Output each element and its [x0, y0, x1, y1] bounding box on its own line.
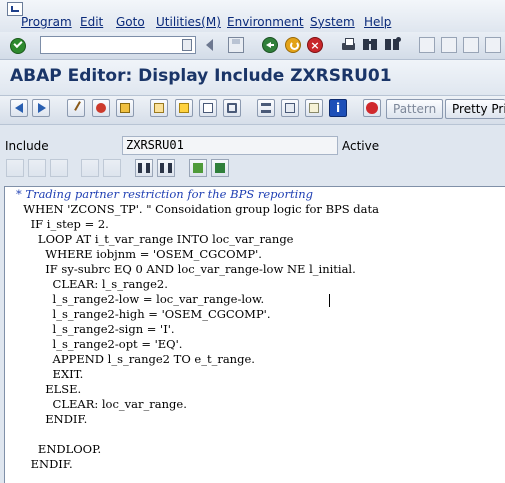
previous-page-icon[interactable]	[441, 37, 457, 53]
stop-icon[interactable]	[363, 99, 381, 117]
active-inactive-button[interactable]	[92, 99, 110, 117]
test-button[interactable]	[199, 99, 217, 117]
redo-icon[interactable]	[103, 159, 121, 177]
pretty-printer-button[interactable]: Pretty Prin	[445, 99, 505, 119]
code-line: IF i_step = 2.	[16, 217, 109, 231]
text-cursor	[329, 294, 330, 307]
save-icon[interactable]	[228, 37, 244, 53]
next-page-icon[interactable]	[463, 37, 479, 53]
first-page-icon[interactable]	[419, 37, 435, 53]
page-title: ABAP Editor: Display Include ZXRSRU01	[10, 66, 392, 86]
code-line: WHERE iobjnm = 'OSEM_CGCOMP'.	[16, 247, 262, 261]
code-line: l_s_range2-low = loc_var_range-low.	[16, 292, 265, 306]
code-line: l_s_range2-opt = 'EQ'.	[16, 337, 183, 351]
last-page-icon[interactable]	[485, 37, 501, 53]
code-line: ENDIF.	[16, 412, 88, 426]
download-icon[interactable]	[211, 159, 229, 177]
cut-icon[interactable]	[6, 159, 24, 177]
info-icon[interactable]: i	[329, 99, 347, 117]
menu-environment[interactable]: Environment	[227, 15, 304, 29]
code-line: CLEAR: loc_var_range.	[16, 397, 187, 411]
navigation-window-button[interactable]	[281, 99, 299, 117]
back-arrow-button[interactable]	[10, 99, 28, 117]
upload-icon[interactable]	[189, 159, 207, 177]
print-icon[interactable]	[341, 37, 357, 53]
paste-icon[interactable]	[50, 159, 68, 177]
undo-icon[interactable]	[81, 159, 99, 177]
menu-goto[interactable]: Goto	[116, 15, 145, 29]
menu-edit[interactable]: Edit	[80, 15, 103, 29]
command-history-icon[interactable]	[182, 39, 192, 51]
command-field[interactable]	[40, 36, 196, 54]
menu-program[interactable]: Program	[21, 15, 72, 29]
pattern-button[interactable]: Pattern	[386, 99, 444, 119]
sap-window-menu-icon[interactable]	[7, 2, 23, 16]
editor-toolbar	[0, 157, 505, 181]
menu-utilities[interactable]: Utilities(M)	[156, 15, 221, 29]
forward-arrow-button[interactable]	[32, 99, 50, 117]
where-used-list-button[interactable]	[223, 99, 241, 117]
menu-system[interactable]: System	[310, 15, 355, 29]
code-line: * Trading partner restriction for the BP…	[16, 187, 314, 201]
code-line: ENDIF.	[16, 457, 73, 471]
enter-icon[interactable]	[10, 38, 26, 54]
cancel-icon[interactable]: ×	[307, 37, 323, 53]
check-syntax-button[interactable]	[150, 99, 168, 117]
code-editor[interactable]: * Trading partner restriction for the BP…	[4, 186, 505, 483]
find-icon-editor[interactable]	[135, 159, 153, 177]
back-icon[interactable]	[262, 37, 278, 53]
copy-icon[interactable]	[28, 159, 46, 177]
display-change-button[interactable]	[67, 99, 88, 117]
include-label: Include	[5, 139, 49, 153]
code-line: ENDLOOP.	[16, 442, 102, 456]
code-line: CLEAR: l_s_range2.	[16, 277, 168, 291]
code-line: EXIT.	[16, 367, 84, 381]
other-object-button[interactable]	[116, 99, 134, 117]
code-line: l_s_range2-high = 'OSEM_CGCOMP'.	[16, 307, 271, 321]
include-name-field[interactable]: ZXRSRU01	[122, 136, 338, 155]
find-next-icon[interactable]	[385, 37, 401, 53]
code-line: l_s_range2-sign = 'I'.	[16, 322, 175, 336]
code-line: ELSE.	[16, 382, 82, 396]
code-line: APPEND l_s_range2 TO e_t_range.	[16, 352, 255, 366]
status-text: Active	[342, 139, 380, 153]
code-line: WHEN 'ZCONS_TP'. " Consoidation group lo…	[16, 202, 379, 216]
code-line: LOOP AT i_t_var_range INTO loc_var_range	[16, 232, 294, 246]
find-next-icon-editor[interactable]	[157, 159, 175, 177]
find-icon[interactable]	[363, 37, 379, 53]
object-list-button[interactable]	[257, 99, 275, 117]
menu-help[interactable]: Help	[364, 15, 391, 29]
exit-icon[interactable]	[285, 37, 301, 53]
code-line: IF sy-subrc EQ 0 AND loc_var_range-low N…	[16, 262, 356, 276]
menu-bar: Program Edit Goto Utilities(M) Environme…	[0, 0, 505, 32]
activate-button[interactable]	[175, 99, 193, 117]
set-breakpoint-button[interactable]	[305, 99, 323, 117]
collapse-field-icon[interactable]	[206, 39, 216, 51]
